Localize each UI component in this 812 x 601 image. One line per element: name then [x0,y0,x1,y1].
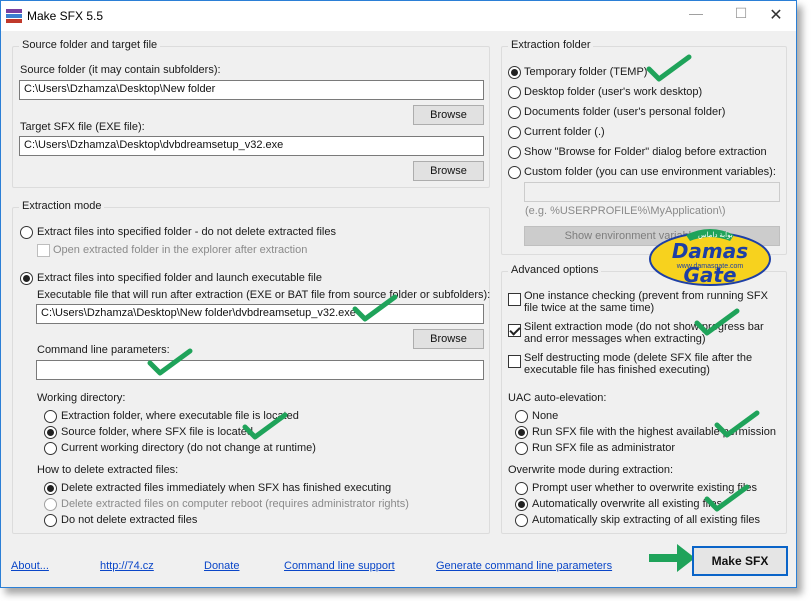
folder-temp-radio[interactable] [508,66,521,79]
close-icon: ✕ [769,7,783,24]
extraction-mode-legend: Extraction mode [19,200,105,212]
browse-source-button[interactable]: Browse [413,105,484,125]
damas-gate-logo: بوابة داماس Damas Gate www.damasgate.com [648,225,772,289]
delete-immediately-radio[interactable] [44,482,57,495]
working-dir-label: Working directory: [37,392,126,404]
overwrite-mode-label: Overwrite mode during extraction: [508,464,674,476]
source-folder-label: Source folder (it may contain subfolders… [20,64,221,76]
maximize-button[interactable]: ☐ [726,5,756,23]
mode-no-delete-radio[interactable] [20,226,33,239]
delete-reboot-radio[interactable] [44,498,57,511]
make-sfx-window: Make SFX 5.5 — ☐ ✕ Source folder and tar… [0,0,797,588]
arrow-right-icon [649,544,695,572]
wd-source-radio[interactable] [44,426,57,439]
wd-current-label: Current working directory (do not change… [61,442,316,454]
cmd-params-input[interactable] [36,360,484,380]
logo-url: www.damasgate.com [676,263,744,270]
uac-none-label: None [532,410,559,422]
command-line-support-link[interactable]: Command line support [284,560,395,572]
folder-custom-radio[interactable] [508,166,521,179]
uac-admin-label: Run SFX file as administrator [532,442,676,454]
uac-admin-radio[interactable] [515,442,528,455]
maximize-icon: ☐ [734,5,748,21]
silent-mode-checkbox[interactable] [508,324,521,337]
custom-folder-example: (e.g. %USERPROFILE%\MyApplication\) [525,205,726,217]
folder-desktop-radio[interactable] [508,86,521,99]
browse-exe-button[interactable]: Browse [413,329,484,349]
overwrite-auto-radio[interactable] [515,498,528,511]
wd-current-radio[interactable] [44,442,57,455]
wd-extraction-label: Extraction folder, where executable file… [61,410,299,422]
mode-launch-radio[interactable] [20,272,33,285]
overwrite-auto-label: Automatically overwrite all existing fil… [532,498,723,510]
advanced-options-legend: Advanced options [508,264,602,276]
folder-desktop-label: Desktop folder (user's work desktop) [524,86,703,98]
overwrite-prompt-radio[interactable] [515,482,528,495]
make-sfx-button[interactable]: Make SFX [692,546,788,576]
minimize-button[interactable]: — [681,5,711,23]
source-group-legend: Source folder and target file [19,39,161,51]
window-title: Make SFX 5.5 [27,9,104,23]
minimize-icon: — [689,5,703,21]
delete-none-label: Do not delete extracted files [61,514,198,526]
delete-immediately-label: Delete extracted files immediately when … [61,482,392,494]
uac-highest-label: Run SFX file with the highest available … [532,426,776,438]
about-link[interactable]: About... [11,560,49,572]
uac-none-radio[interactable] [515,410,528,423]
folder-documents-label: Documents folder (user's personal folder… [524,106,726,118]
overwrite-skip-label: Automatically skip extracting of all exi… [532,514,761,526]
overwrite-prompt-label: Prompt user whether to overwrite existin… [532,482,757,494]
delete-none-radio[interactable] [44,514,57,527]
folder-browse-dialog-label: Show "Browse for Folder" dialog before e… [524,146,767,158]
cmd-params-label: Command line parameters: [37,344,170,356]
overwrite-skip-radio[interactable] [515,514,528,527]
self-destruct-checkbox[interactable] [508,355,521,368]
custom-folder-input[interactable] [524,182,780,202]
self-destruct-label: Self destructing mode (delete SFX file a… [524,352,753,376]
browse-target-button[interactable]: Browse [413,161,484,181]
wd-extraction-radio[interactable] [44,410,57,423]
folder-browse-dialog-radio[interactable] [508,146,521,159]
folder-current-radio[interactable] [508,126,521,139]
wd-source-label: Source folder, where SFX file is located [61,426,253,438]
folder-custom-label: Custom folder (you can use environment v… [524,166,776,178]
mode-launch-label: Extract files into specified folder and … [37,272,322,284]
silent-mode-label: Silent extraction mode (do not show prog… [524,321,764,345]
uac-highest-radio[interactable] [515,426,528,439]
donate-link[interactable]: Donate [204,560,239,572]
website-link[interactable]: http://74.cz [100,560,154,572]
one-instance-checkbox[interactable] [508,293,521,306]
generate-params-link[interactable]: Generate command line parameters [436,560,612,572]
uac-label: UAC auto-elevation: [508,392,607,404]
open-folder-checkbox[interactable] [37,244,50,257]
exe-file-input[interactable]: C:\Users\Dzhamza\Desktop\New folder\dvbd… [36,304,484,324]
close-button[interactable]: ✕ [761,5,791,24]
title-bar: Make SFX 5.5 — ☐ ✕ [1,1,796,31]
extraction-folder-legend: Extraction folder [508,39,594,51]
exe-file-label: Executable file that will run after extr… [37,289,491,301]
delete-reboot-label: Delete extracted files on computer reboo… [61,498,409,510]
folder-current-label: Current folder (.) [524,126,605,138]
mode-no-delete-label: Extract files into specified folder - do… [37,226,336,238]
logo-arabic: بوابة داماس [698,232,733,239]
target-file-input[interactable]: C:\Users\Dzhamza\Desktop\dvbdreamsetup_v… [19,136,484,156]
open-folder-label: Open extracted folder in the explorer af… [53,244,308,256]
delete-mode-label: How to delete extracted files: [37,464,179,476]
source-folder-input[interactable]: C:\Users\Dzhamza\Desktop\New folder [19,80,484,100]
app-icon [6,9,22,23]
one-instance-label: One instance checking (prevent from runn… [524,290,768,314]
folder-documents-radio[interactable] [508,106,521,119]
target-file-label: Target SFX file (EXE file): [20,121,145,133]
folder-temp-label: Temporary folder (TEMP) [524,66,648,78]
